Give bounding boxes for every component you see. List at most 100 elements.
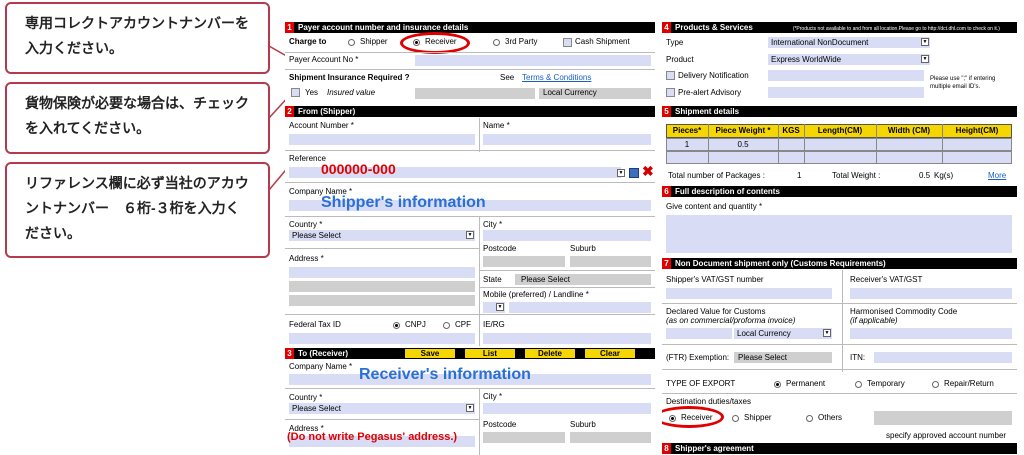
shipper-suburb-label: Suburb	[570, 244, 596, 253]
ftr-exemption-label: (FTR) Exemption:	[666, 353, 730, 362]
prealert-email[interactable]	[768, 87, 924, 98]
duty-others-radio[interactable]	[806, 415, 813, 422]
federal-tax-id-input[interactable]	[289, 333, 475, 344]
col-kgs: KGS	[782, 126, 800, 135]
cash-shipment-checkbox[interactable]	[563, 38, 572, 47]
delivery-notification-email[interactable]	[768, 70, 924, 81]
insurance-yes-checkbox[interactable]	[291, 88, 300, 97]
row1-weight[interactable]: 0.5	[708, 139, 778, 151]
section-2-header: 2 From (Shipper)	[285, 106, 655, 117]
charge-3rd-party-radio[interactable]	[493, 39, 500, 46]
col-height: Height(CM)	[955, 126, 999, 135]
shipper-postcode-label: Postcode	[483, 244, 517, 253]
delete-button[interactable]: Delete	[525, 349, 575, 358]
chevron-down-icon: ▼	[466, 231, 474, 239]
declared-value-note: (as on commercial/proforma invoice)	[666, 316, 796, 325]
receiver-postcode-input[interactable]	[483, 432, 565, 443]
type-of-export-label: TYPE OF EXPORT	[666, 379, 736, 388]
section-4-header: 4 Products & Services (*Products not avail…	[662, 22, 1017, 33]
shipper-address-line-1[interactable]	[289, 267, 475, 278]
shipper-account-number-label: Account Number *	[289, 121, 354, 130]
shipper-account-number-input[interactable]	[289, 134, 475, 145]
cpf-label: CPF	[455, 320, 471, 329]
shipper-city-label: City *	[483, 220, 503, 229]
receiver-information-annotation: Receiver's information	[359, 366, 531, 383]
section-8-header: 8 Shipper's agreement	[662, 443, 1017, 454]
receiver-vat-input[interactable]	[850, 288, 1012, 299]
col-pieces: Pieces*	[672, 126, 702, 135]
kg-unit-label: Kg(s)	[934, 171, 954, 180]
row1-pieces[interactable]: 1	[666, 139, 708, 151]
left-form-panel: 1 Payer account number and insurance deta…	[285, 22, 655, 455]
payer-account-label: Payer Account No *	[289, 55, 359, 64]
receiver-postcode-label: Postcode	[483, 420, 517, 429]
total-packages-label: Total number of Packages :	[668, 171, 765, 180]
duty-others-label: Others	[818, 413, 843, 422]
save-disk-icon[interactable]	[629, 168, 639, 178]
prealert-label: Pre-alert Advisory	[678, 88, 742, 97]
callout-pointers	[268, 45, 291, 191]
export-temporary-radio[interactable]	[855, 381, 862, 388]
receiver-suburb-input[interactable]	[570, 432, 651, 443]
declared-value-input[interactable]	[666, 328, 732, 339]
specify-account-label: specify approved account number	[886, 431, 1007, 440]
type-select[interactable]: International NonDocument ▼	[768, 37, 930, 48]
clear-button[interactable]: Clear	[585, 349, 635, 358]
product-select[interactable]: Express WorldWide ▼	[768, 54, 930, 65]
export-temporary-label: Temporary	[867, 379, 905, 388]
section-5-header: 5 Shipment details	[662, 106, 1017, 117]
col-length: Length(CM)	[817, 126, 863, 135]
receiver-country-select[interactable]: Please Select ▼	[289, 403, 475, 414]
harmonised-code-input[interactable]	[850, 328, 1012, 339]
total-weight-value: 0.5	[919, 171, 931, 180]
export-permanent-radio[interactable]	[774, 381, 781, 388]
content-description-textarea[interactable]	[666, 215, 1012, 253]
col-width: Width (CM)	[887, 126, 931, 135]
shipper-address-line-3[interactable]	[289, 295, 475, 306]
shipper-country-select[interactable]: Please Select ▼	[289, 230, 475, 241]
ie-rg-input[interactable]	[483, 333, 651, 344]
shipper-city-input[interactable]	[483, 230, 651, 241]
list-button[interactable]: List	[465, 349, 515, 358]
shipper-country-label: Country *	[289, 220, 323, 229]
reference-dropdown-icon[interactable]: ▼	[617, 169, 625, 177]
cnpj-radio[interactable]	[393, 322, 400, 329]
shipper-suburb-input[interactable]	[570, 256, 651, 267]
shipper-mobile-input[interactable]	[509, 302, 651, 313]
cash-shipment-label: Cash Shipment	[575, 37, 630, 46]
receiver-suburb-label: Suburb	[570, 420, 596, 429]
see-label: See	[500, 73, 515, 82]
itn-input[interactable]	[874, 352, 1012, 363]
approved-account-input[interactable]	[874, 411, 1012, 425]
cpf-radio[interactable]	[443, 322, 450, 329]
charge-shipper-radio[interactable]	[348, 39, 355, 46]
insurance-yes-label: Yes	[305, 88, 319, 97]
delivery-notification-label: Delivery Notification	[678, 71, 749, 80]
receiver-city-input[interactable]	[483, 403, 651, 414]
save-button[interactable]: Save	[405, 349, 455, 358]
receiver-vat-label: Receiver's VAT/GST	[850, 275, 923, 284]
insured-value-input[interactable]	[415, 88, 535, 99]
harmonised-if-applicable: (if applicable)	[850, 316, 898, 325]
more-link[interactable]: More	[988, 171, 1006, 181]
declared-currency-select[interactable]: Local Currency ▼	[734, 328, 832, 339]
shipper-postcode-input[interactable]	[483, 256, 565, 267]
shipper-address-line-2[interactable]	[289, 281, 475, 292]
ftr-exemption-value: Please Select	[738, 353, 787, 362]
delete-x-icon[interactable]: ✖	[642, 163, 654, 180]
receiver-city-label: City *	[483, 392, 503, 401]
payer-account-input[interactable]	[415, 55, 651, 66]
duty-shipper-radio[interactable]	[732, 415, 739, 422]
delivery-notification-checkbox[interactable]	[666, 71, 675, 80]
prealert-checkbox[interactable]	[666, 88, 675, 97]
product-label: Product	[666, 55, 694, 64]
shipper-mobile-code-select[interactable]: ▼	[483, 302, 505, 313]
shipper-name-input[interactable]	[483, 134, 651, 145]
shipper-vat-input[interactable]	[666, 288, 832, 299]
export-repair-return-radio[interactable]	[932, 381, 939, 388]
section-7-header: 7 Non Document shipment only (Customs Req…	[662, 258, 1017, 269]
terms-link[interactable]: Terms & Conditions	[522, 73, 591, 83]
reference-value-annotation: 000000-000	[321, 161, 396, 177]
insured-value-label: Insured value	[327, 88, 376, 97]
federal-tax-id-label: Federal Tax ID	[289, 320, 341, 329]
